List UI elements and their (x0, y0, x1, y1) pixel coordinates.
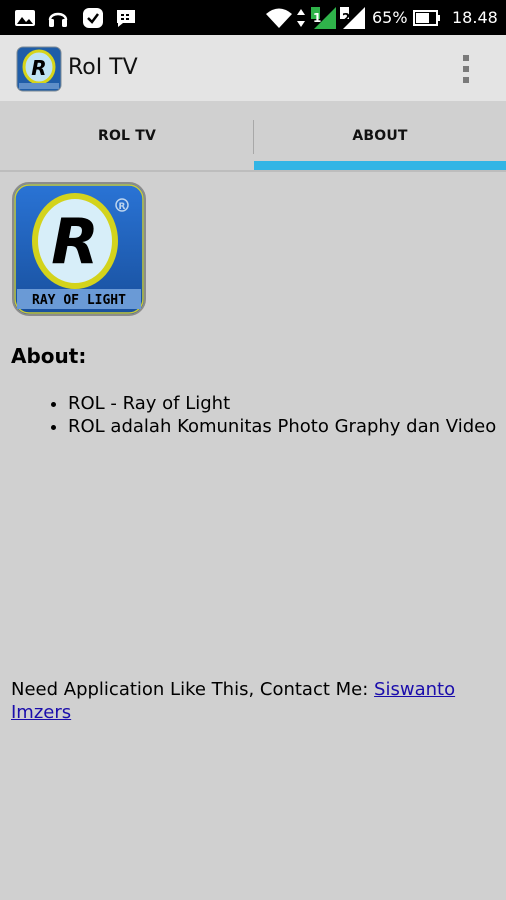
headset-icon (47, 0, 69, 35)
battery-icon (413, 0, 441, 35)
list-item: ROL adalah Komunitas Photo Graphy dan Vi… (68, 415, 496, 438)
wifi-icon (264, 0, 294, 35)
chat-icon (115, 0, 137, 35)
tab-about[interactable]: ABOUT (254, 101, 506, 170)
ray-of-light-logo: R R RAY OF LIGHT (11, 181, 147, 317)
status-bar: 1 2 65% 18.48 (0, 0, 506, 35)
tab-about-label: ABOUT (352, 127, 408, 144)
logo-letter: R (51, 205, 99, 278)
contact-text: Need Application Like This, Contact Me: (11, 679, 375, 700)
sim1-label: 1 (313, 10, 322, 25)
app-title: RoI TV (68, 55, 138, 80)
rol-logo-icon[interactable]: R (16, 46, 62, 92)
logo-caption: RAY OF LIGHT (32, 293, 126, 308)
image-icon (14, 0, 36, 35)
about-heading: About: (11, 344, 87, 368)
tab-rol-tv[interactable]: ROL TV (0, 101, 254, 170)
status-time: 18.48 (452, 8, 498, 27)
app-bar: R RoI TV (0, 35, 506, 101)
overflow-menu-icon[interactable] (452, 51, 480, 87)
contact-line: Need Application Like This, Contact Me: … (11, 678, 501, 724)
sim2-label: 2 (342, 10, 351, 25)
tab-rol-tv-label: ROL TV (97, 127, 157, 144)
check-badge-icon (81, 0, 105, 35)
about-list: ROL - Ray of Light ROL adalah Komunitas … (11, 392, 496, 438)
list-item: ROL - Ray of Light (68, 392, 496, 415)
data-arrows-icon (296, 0, 306, 35)
battery-percent: 65% (372, 8, 408, 27)
logo-registered: R (119, 202, 126, 212)
svg-text:R: R (31, 56, 46, 80)
tab-selected-indicator (254, 161, 506, 170)
